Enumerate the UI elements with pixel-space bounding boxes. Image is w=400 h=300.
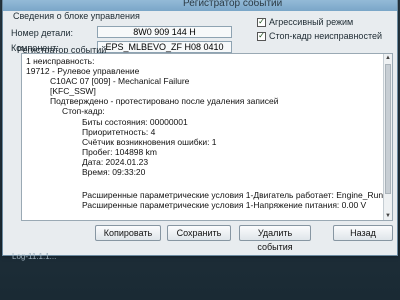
copy-button[interactable]: Копировать [95,225,161,241]
event-line: [KFC_SSW] [50,86,96,96]
delete-events-button[interactable]: Удалить события [239,225,311,252]
event-line: C10AC 07 [009] - Mechanical Failure [50,76,190,86]
event-line: 19712 - Рулевое управление [26,66,140,76]
event-line: Счётчик возникновения ошибки: 1 [82,137,217,147]
part-number-field: 8W0 909 144 H [97,26,232,38]
save-button[interactable]: Сохранить [167,225,231,241]
screen: Регистратор событий Сведения о блоке упр… [0,0,400,300]
part-number-label: Номер детали: [11,28,73,38]
aggressive-mode-label: Агрессивный режим [269,17,354,27]
event-line: Биты состояния: 00000001 [82,117,188,127]
group-legend: Сведения о блоке управления [11,11,142,21]
event-line: Расширенные параметрические условия 1-На… [82,200,367,210]
scroll-thumb[interactable] [385,64,391,194]
events-text-area[interactable]: 1 неисправность: 19712 - Рулевое управле… [21,53,393,221]
event-line: Стоп-кадр: [62,106,105,116]
scroll-up-icon[interactable]: ▲ [385,55,391,61]
checkbox-checked-icon[interactable]: ✓ [257,31,266,41]
event-line: Подтверждено - протестировано после удал… [50,96,279,106]
event-line: Время: 09:33:20 [82,167,146,177]
event-recorder-window: Регистратор событий Сведения о блоке упр… [2,0,398,256]
back-button[interactable]: Назад [333,225,393,241]
event-line: Дата: 2024.01.23 [82,157,149,167]
footer-text: Log-11.1.1... [12,252,57,261]
event-line: Приоритетность: 4 [82,127,156,137]
vertical-scrollbar[interactable]: ▲ ▼ [383,54,392,220]
event-line: 1 неисправность: [26,56,95,66]
checkbox-checked-icon[interactable]: ✓ [257,17,266,27]
freeze-frame-checkbox[interactable]: ✓ Стоп-кадр неисправностей [257,31,382,41]
event-line: Расширенные параметрические условия 1-Дв… [82,190,393,200]
component-field: EPS_MLBEVO_ZF H08 0410 [97,41,232,53]
scroll-down-icon[interactable]: ▼ [385,213,391,219]
control-unit-info-group: Сведения о блоке управления Номер детали… [7,7,253,53]
event-line: Пробег: 104898 km [82,147,157,157]
aggressive-mode-checkbox[interactable]: ✓ Агрессивный режим [257,17,353,27]
freeze-frame-label: Стоп-кадр неисправностей [269,31,382,41]
